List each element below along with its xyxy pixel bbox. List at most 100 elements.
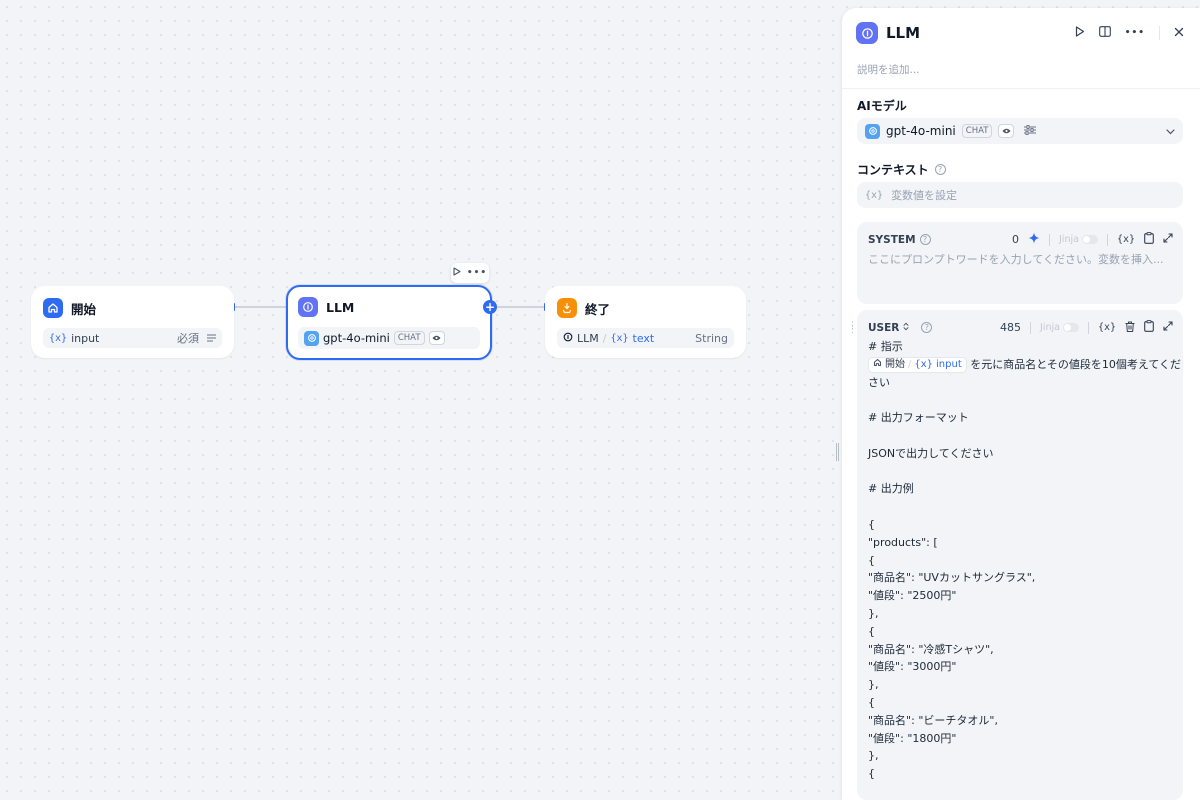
user-role-text: USER	[868, 321, 900, 334]
node-start-variable-row[interactable]: {x} input 必須	[43, 328, 222, 348]
system-prompt-placeholder: ここにプロンプトワードを入力してください。変数を挿入...	[868, 253, 1164, 266]
insert-variable-icon[interactable]: {x}	[1098, 322, 1116, 333]
help-icon[interactable]: ?	[919, 234, 931, 245]
eye-icon	[428, 331, 445, 345]
edge-llm-end	[497, 306, 545, 308]
context-section-label: コンテキスト ?	[857, 161, 946, 178]
path-separator: /	[602, 331, 607, 345]
prompt-lines-container: # 出力フォーマット JSONで出力してください # 出力例 {"products":…	[868, 391, 1172, 783]
model-selector[interactable]: gpt-4o-mini CHAT	[857, 118, 1183, 144]
node-start[interactable]: 開始 {x} input 必須	[31, 286, 234, 358]
workflow-canvas[interactable]: 開始 {x} input 必須 ••• LLM gpt-4o-mini CHAT…	[0, 0, 842, 800]
home-icon	[873, 356, 882, 374]
user-prompt-box[interactable]: USER ? 485 Jinja {x} # 指示 開始 / {x} input…	[857, 310, 1183, 800]
chevron-down-icon[interactable]	[1166, 124, 1175, 138]
node-end-title: 終了	[585, 301, 611, 317]
run-icon[interactable]	[1075, 26, 1085, 40]
end-variable-type: String	[695, 331, 728, 345]
llm-icon	[856, 22, 878, 44]
panel-title[interactable]: LLM	[886, 24, 920, 42]
toggle-switch[interactable]	[1081, 235, 1098, 244]
book-icon[interactable]	[1098, 26, 1111, 40]
start-variable-name: input	[71, 331, 100, 345]
node-llm[interactable]: LLM gpt-4o-mini CHAT	[286, 285, 492, 360]
jinja-toggle[interactable]: Jinja	[1040, 322, 1079, 333]
prompt-line	[868, 427, 1172, 445]
system-prompt-tools: 0 Jinja {x}	[1012, 232, 1173, 247]
trash-icon[interactable]	[1125, 321, 1135, 335]
prompt-line: JSONで出力してください	[868, 446, 994, 460]
ref-node-name: 開始	[885, 358, 905, 370]
add-node-plus-icon[interactable]: +	[483, 300, 497, 314]
prompt-line: "値段": "3000円"	[868, 660, 957, 674]
action-separator	[1159, 26, 1160, 40]
context-variable-input[interactable]: {x} 変数値を設定	[857, 182, 1183, 208]
user-prompt-header: USER ? 485 Jinja {x}	[868, 320, 1173, 335]
prompt-line: },	[868, 606, 879, 620]
description-input[interactable]: 説明を追加...	[857, 62, 920, 77]
more-icon[interactable]: •••	[1125, 28, 1145, 38]
system-prompt-box[interactable]: SYSTEM ? 0 Jinja {x} ここにプロンプトワードを入力してくださ…	[857, 222, 1183, 304]
more-icon[interactable]: •••	[467, 268, 487, 278]
model-section-text: AIモデル	[857, 99, 907, 113]
user-word-count: 485	[1000, 321, 1021, 334]
ref-var-name: input	[936, 358, 962, 370]
prompt-line: {	[868, 624, 875, 638]
toggle-switch[interactable]	[1062, 323, 1079, 332]
system-word-count: 0	[1012, 233, 1019, 246]
edge-start-llm	[234, 306, 288, 308]
context-section-text: コンテキスト	[857, 163, 929, 177]
required-label: 必須	[177, 332, 199, 345]
node-llm-model-row[interactable]: gpt-4o-mini CHAT	[298, 327, 480, 349]
panel-actions: •••	[1075, 26, 1184, 40]
node-start-header: 開始	[43, 298, 96, 318]
panel-resize-handle[interactable]	[836, 443, 839, 461]
node-end[interactable]: 終了 LLM / {x} text String	[545, 286, 746, 358]
drag-handle-icon[interactable]: ⋮ ⋮	[848, 322, 857, 335]
clipboard-icon[interactable]	[1144, 320, 1154, 335]
prompt-line: },	[868, 749, 879, 763]
prompt-line: # 出力フォーマット	[868, 411, 969, 425]
model-name: gpt-4o-mini	[886, 124, 956, 138]
prompt-line: {	[868, 767, 875, 781]
prompt-line: "値段": "2500円"	[868, 589, 957, 603]
insert-variable-icon[interactable]: {x}	[1117, 234, 1135, 245]
clipboard-icon[interactable]	[1144, 232, 1154, 247]
help-icon[interactable]: ?	[921, 322, 933, 333]
prompt-line: {	[868, 553, 875, 567]
prompt-line: "商品名": "ビーチタオル",	[868, 713, 998, 727]
prompt-line	[868, 498, 1172, 516]
variable-reference-chip[interactable]: 開始 / {x} input	[868, 356, 967, 374]
sparkle-icon[interactable]	[1028, 232, 1040, 247]
variable-icon: {x}	[914, 358, 934, 370]
user-prompt-editor[interactable]: # 指示 開始 / {x} input を元に商品名とその値段を10個考えてくだ…	[868, 338, 1181, 783]
end-source-node: LLM	[577, 331, 599, 345]
expand-icon[interactable]	[1163, 321, 1173, 334]
run-node-icon[interactable]	[453, 267, 461, 279]
chat-badge: CHAT	[961, 124, 993, 138]
chat-badge: CHAT	[393, 331, 425, 345]
close-icon[interactable]	[1174, 26, 1184, 40]
help-icon[interactable]: ?	[934, 164, 946, 175]
openai-icon	[865, 123, 880, 139]
path-separator: /	[908, 358, 912, 370]
prompt-line: # 出力例	[868, 482, 914, 496]
jinja-toggle[interactable]: Jinja	[1059, 234, 1098, 245]
variable-icon: {x}	[610, 332, 629, 344]
jinja-label: Jinja	[1040, 322, 1060, 333]
node-settings-panel: LLM ••• 説明を追加... AIモデル gpt-4o-mini CHAT	[842, 8, 1200, 800]
chevron-updown-icon	[903, 322, 909, 334]
prompt-line: 開始 / {x} input を元に商品名とその値段を10個考えてくだ	[868, 356, 1181, 374]
user-prompt-tools: 485 Jinja {x}	[1000, 320, 1173, 335]
tool-separator	[1087, 321, 1089, 334]
panel-header: LLM	[856, 22, 920, 44]
text-lines-icon	[207, 332, 216, 345]
prompt-line: さい	[868, 375, 890, 389]
node-end-output-row[interactable]: LLM / {x} text String	[557, 328, 734, 348]
user-role-selector[interactable]: USER ?	[868, 321, 933, 334]
eye-icon	[998, 124, 1015, 138]
sliders-icon[interactable]	[1024, 124, 1037, 138]
header-divider	[842, 88, 1200, 89]
expand-icon[interactable]	[1163, 233, 1173, 246]
prompt-line: "値段": "1800円"	[868, 731, 957, 745]
